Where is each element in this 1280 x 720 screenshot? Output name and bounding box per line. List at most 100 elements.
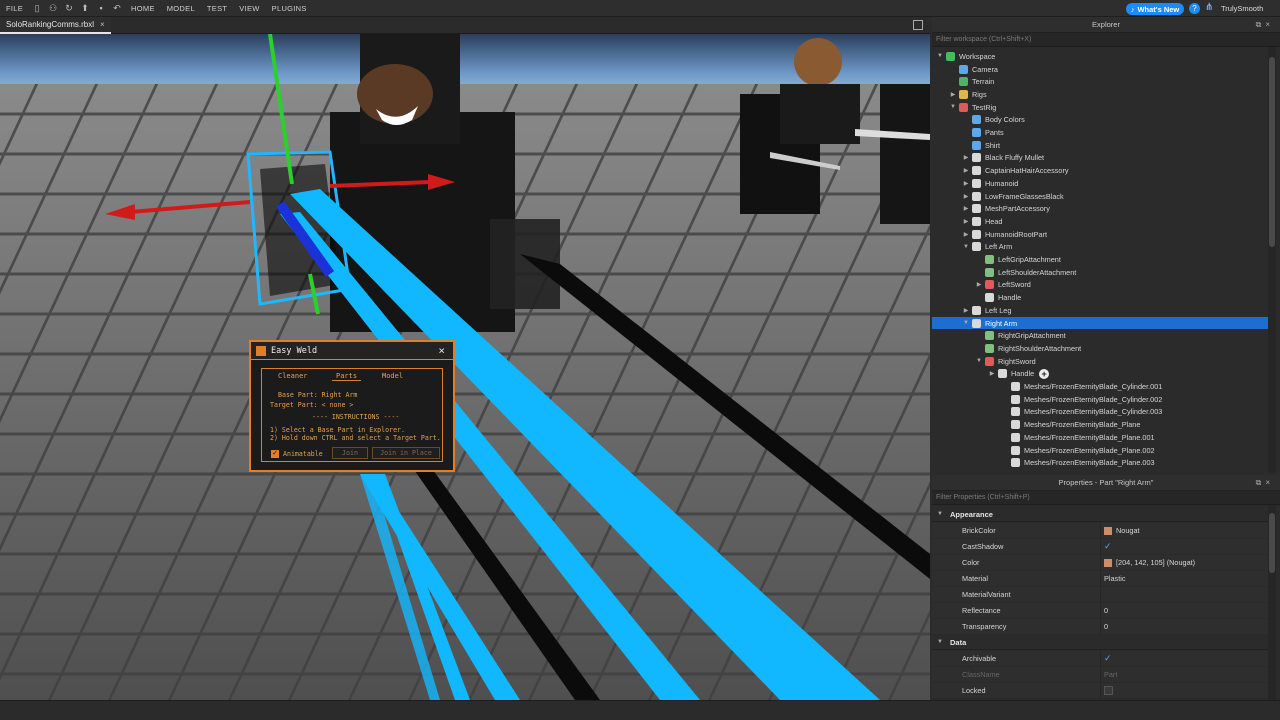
- property-value[interactable]: [1100, 587, 1268, 602]
- chevron-right-icon[interactable]: ▶: [962, 193, 970, 200]
- property-row[interactable]: CastShadow ✓: [932, 539, 1268, 555]
- properties-scrollbar[interactable]: [1268, 505, 1276, 700]
- tree-item[interactable]: Meshes/FrozenEternityBlade_Plane.001: [932, 431, 1268, 444]
- explorer-scrollbar-thumb[interactable]: [1269, 57, 1275, 247]
- explorer-scrollbar[interactable]: [1268, 47, 1276, 473]
- properties-scrollbar-thumb[interactable]: [1269, 513, 1275, 573]
- tree-item[interactable]: Terrain: [932, 75, 1268, 88]
- easy-weld-titlebar[interactable]: Easy Weld ×: [251, 342, 453, 360]
- tree-item[interactable]: ▼ Workspace: [932, 50, 1268, 63]
- chevron-down-icon[interactable]: ▼: [962, 320, 970, 326]
- tree-item[interactable]: LeftGripAttachment: [932, 253, 1268, 266]
- menu-test[interactable]: TEST: [201, 0, 233, 17]
- explorer-filter-input[interactable]: Filter workspace (Ctrl+Shift+X): [932, 33, 1280, 47]
- team-create-icon[interactable]: ⚇: [48, 3, 58, 13]
- chevron-right-icon[interactable]: ▶: [962, 205, 970, 212]
- animatable-checkbox[interactable]: ✓: [271, 450, 279, 458]
- tree-item[interactable]: Handle: [932, 291, 1268, 304]
- chevron-right-icon[interactable]: ▶: [962, 154, 970, 161]
- chevron-right-icon[interactable]: ▶: [962, 180, 970, 187]
- share-icon[interactable]: ⋔: [1205, 2, 1213, 13]
- property-row[interactable]: Locked: [932, 683, 1268, 699]
- tree-item[interactable]: ▶ Humanoid: [932, 177, 1268, 190]
- property-checkbox[interactable]: [1104, 686, 1113, 695]
- tree-item[interactable]: RightGripAttachment: [932, 329, 1268, 342]
- property-value[interactable]: Part: [1100, 667, 1268, 682]
- tree-item[interactable]: ▶ Handle +: [932, 368, 1268, 381]
- property-row[interactable]: MaterialVariant: [932, 587, 1268, 603]
- tree-item[interactable]: Meshes/FrozenEternityBlade_Plane.003: [932, 456, 1268, 469]
- chevron-right-icon[interactable]: ▶: [962, 307, 970, 314]
- property-row[interactable]: Material Plastic: [932, 571, 1268, 587]
- tree-item[interactable]: ▶ LeftSword: [932, 279, 1268, 292]
- menu-view[interactable]: VIEW: [233, 0, 265, 17]
- tree-item[interactable]: Meshes/FrozenEternityBlade_Cylinder.002: [932, 393, 1268, 406]
- username[interactable]: TrulySmooth: [1221, 0, 1263, 17]
- tree-item[interactable]: Pants: [932, 126, 1268, 139]
- color-swatch[interactable]: [1104, 526, 1112, 535]
- chevron-right-icon[interactable]: ▶: [988, 370, 996, 377]
- chevron-right-icon[interactable]: ▶: [975, 281, 983, 288]
- save-icon[interactable]: ▪: [96, 3, 106, 13]
- chevron-right-icon[interactable]: ▶: [962, 218, 970, 225]
- publish-icon[interactable]: ⬆: [80, 3, 90, 13]
- tree-item[interactable]: ▶ Head: [932, 215, 1268, 228]
- undo-icon[interactable]: ↶: [112, 3, 122, 13]
- join-in-place-button[interactable]: Join in Place: [372, 447, 440, 459]
- tree-item[interactable]: ▼ Left Arm: [932, 241, 1268, 254]
- tree-item[interactable]: Meshes/FrozenEternityBlade_Plane.002: [932, 444, 1268, 457]
- chevron-down-icon[interactable]: ▼: [949, 104, 957, 110]
- property-row[interactable]: Reflectance 0: [932, 603, 1268, 619]
- new-file-icon[interactable]: ▯: [32, 3, 42, 13]
- property-checkbox[interactable]: ✓: [1104, 654, 1113, 663]
- tree-item[interactable]: Meshes/FrozenEternityBlade_Cylinder.001: [932, 380, 1268, 393]
- property-row[interactable]: Transparency 0: [932, 619, 1268, 635]
- tree-item[interactable]: ▼ RightSword: [932, 355, 1268, 368]
- property-value[interactable]: [204, 142, 105] (Nougat): [1100, 555, 1268, 570]
- tree-item[interactable]: ▼ TestRig: [932, 101, 1268, 114]
- chevron-down-icon[interactable]: ▼: [975, 358, 983, 364]
- tree-item[interactable]: ▶ HumanoidRootPart: [932, 228, 1268, 241]
- menu-home[interactable]: HOME: [125, 0, 161, 17]
- color-swatch[interactable]: [1104, 558, 1112, 567]
- tree-item[interactable]: Meshes/FrozenEternityBlade_Cylinder.003: [932, 406, 1268, 419]
- tree-item[interactable]: RightShoulderAttachment: [932, 342, 1268, 355]
- property-value[interactable]: [1100, 683, 1268, 698]
- tree-item[interactable]: Camera: [932, 63, 1268, 76]
- tree-item[interactable]: ▶ Rigs: [932, 88, 1268, 101]
- property-checkbox[interactable]: ✓: [1104, 542, 1113, 551]
- 3d-viewport[interactable]: Easy Weld × Cleaner Parts Model Base Par…: [0, 34, 930, 700]
- chevron-down-icon[interactable]: ▼: [962, 244, 970, 250]
- menu-plugins[interactable]: PLUGINS: [266, 0, 313, 17]
- chevron-right-icon[interactable]: ▶: [962, 167, 970, 174]
- property-value[interactable]: ✓: [1100, 651, 1268, 666]
- tree-item[interactable]: ▶ Left Leg: [932, 304, 1268, 317]
- tree-item[interactable]: Shirt: [932, 139, 1268, 152]
- redo-disabled-icon[interactable]: ↻: [64, 3, 74, 13]
- explorer-panel-controls[interactable]: ⧉×: [1256, 17, 1274, 33]
- menu-model[interactable]: MODEL: [161, 0, 201, 17]
- property-value[interactable]: Plastic: [1100, 571, 1268, 586]
- chevron-down-icon[interactable]: ▼: [936, 639, 944, 645]
- easy-weld-close-icon[interactable]: ×: [438, 344, 445, 357]
- property-row[interactable]: Color [204, 142, 105] (Nougat): [932, 555, 1268, 571]
- easy-weld-window[interactable]: Easy Weld × Cleaner Parts Model Base Par…: [249, 340, 455, 472]
- tree-item[interactable]: Body Colors: [932, 114, 1268, 127]
- property-value[interactable]: Nougat: [1100, 523, 1268, 538]
- whats-new-button[interactable]: ♪ What's New: [1126, 3, 1184, 15]
- close-tab-icon[interactable]: ×: [100, 20, 105, 29]
- tree-item[interactable]: Meshes/FrozenEternityBlade_Plane: [932, 418, 1268, 431]
- tree-item[interactable]: ▶ Black Fluffy Mullet: [932, 152, 1268, 165]
- property-row[interactable]: ClassName Part: [932, 667, 1268, 683]
- tree-item[interactable]: ▶ CaptainHatHairAccessory: [932, 164, 1268, 177]
- document-tab[interactable]: SoloRankingComms.rbxl ×: [0, 17, 111, 34]
- tree-item[interactable]: ▼ Right Arm: [932, 316, 1268, 330]
- property-section[interactable]: ▼ Data: [932, 635, 1268, 650]
- chevron-right-icon[interactable]: ▶: [949, 91, 957, 98]
- chevron-right-icon[interactable]: ▶: [962, 231, 970, 238]
- chevron-down-icon[interactable]: ▼: [936, 511, 944, 517]
- property-value[interactable]: ✓: [1100, 539, 1268, 554]
- property-value[interactable]: 0: [1100, 619, 1268, 634]
- tree-item[interactable]: ▶ LowFrameGlassesBlack: [932, 190, 1268, 203]
- tab-cleaner[interactable]: Cleaner: [278, 372, 308, 380]
